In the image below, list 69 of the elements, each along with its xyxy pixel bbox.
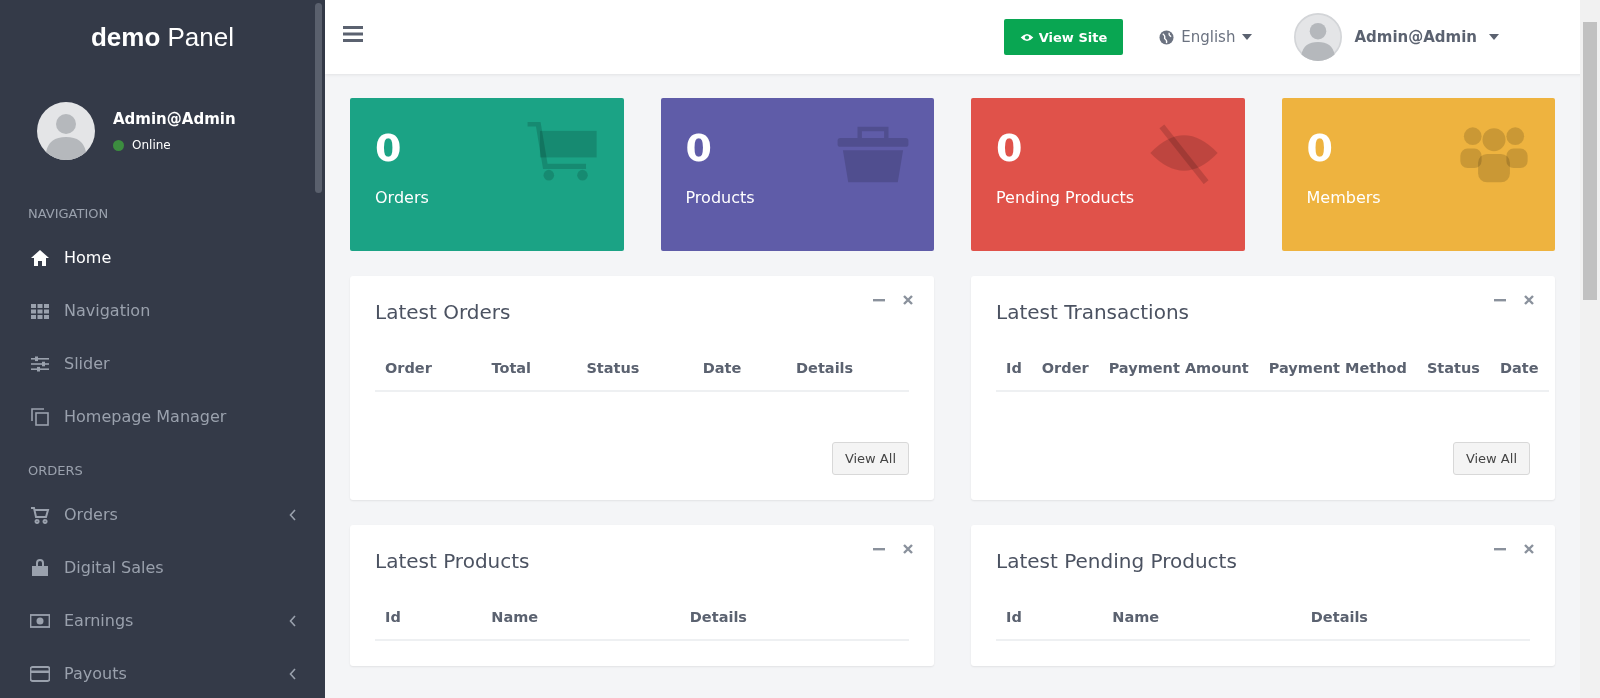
view-site-button[interactable]: View Site (1003, 19, 1124, 55)
globe-icon (1159, 29, 1175, 45)
column-header: Payment Method (1258, 360, 1417, 391)
column-header: Order (375, 360, 482, 391)
close-icon[interactable] (1523, 294, 1535, 306)
close-icon[interactable] (902, 543, 914, 555)
language-dropdown[interactable]: English (1153, 27, 1259, 47)
user-menu[interactable]: Admin@Admin (1288, 12, 1505, 62)
column-header: Payment Amount (1098, 360, 1259, 391)
column-header: Total (481, 360, 577, 391)
stat-value: 0 (375, 126, 403, 170)
panel-title: Latest Orders (375, 300, 512, 324)
column-header: Status (1416, 360, 1490, 391)
scrollbar-thumb[interactable] (315, 3, 322, 193)
sidebar-item[interactable]: Earnings (0, 594, 325, 647)
brand-logo[interactable]: demo Panel (0, 0, 325, 72)
panel-title: Latest Pending Products (996, 549, 1238, 573)
column-header: Id (996, 609, 1103, 640)
view-all-button[interactable]: View All (831, 442, 909, 475)
chevron-left-icon (289, 508, 297, 521)
chevron-left-icon (289, 667, 297, 680)
column-header: Id (375, 609, 482, 640)
sidebar-item[interactable]: Payouts (0, 647, 325, 698)
column-header: Date (1489, 360, 1549, 391)
panel-title: Latest Products (375, 549, 531, 573)
column-header: Name (1102, 609, 1301, 640)
stat-label: Products (685, 188, 755, 207)
sidebar-item[interactable]: Slider (0, 337, 325, 390)
sidebar-item[interactable]: Digital Sales (0, 541, 325, 594)
panel-title: Latest Transactions (996, 300, 1190, 324)
stat-value: 0 (1306, 126, 1334, 170)
eye-icon (1019, 32, 1034, 42)
column-header: Status (576, 360, 693, 391)
chevron-left-icon (289, 614, 297, 627)
caret-icon (1242, 34, 1253, 40)
status-dot (113, 139, 124, 151)
column-header: Details (679, 609, 909, 640)
avatar-icon (37, 102, 95, 160)
column-header: Id (996, 360, 1032, 391)
avatar-icon (1294, 13, 1343, 61)
sidebar-item[interactable]: Home (0, 231, 325, 284)
stat-label: Orders (375, 188, 429, 207)
bag-icon (30, 557, 50, 578)
stat-label: Members (1306, 188, 1381, 207)
section-heading: ORDERS (27, 462, 84, 480)
column-header: Date (692, 360, 787, 391)
close-icon[interactable] (1523, 543, 1535, 555)
sidebar-item[interactable]: Homepage Manager (0, 390, 325, 443)
section-heading: NAVIGATION (27, 205, 110, 223)
stat-label: Pending Products (996, 188, 1135, 207)
user-status: Online (132, 138, 171, 152)
stat-value: 0 (996, 126, 1024, 170)
column-header: Name (481, 609, 680, 640)
cart-icon (30, 504, 50, 525)
menu-icon[interactable] (343, 26, 363, 42)
sidebar-item[interactable]: Navigation (0, 284, 325, 337)
copy-icon (30, 406, 50, 427)
home-icon (30, 247, 50, 268)
view-all-button[interactable]: View All (1452, 442, 1530, 475)
caret-icon (1489, 34, 1499, 40)
card-icon (30, 663, 50, 684)
scrollbar-thumb[interactable] (1583, 22, 1597, 300)
sidebar-item[interactable]: Orders (0, 488, 325, 541)
column-header: Order (1031, 360, 1099, 391)
user-name: Admin@Admin (113, 110, 236, 128)
close-icon[interactable] (902, 294, 914, 306)
stat-value: 0 (685, 126, 713, 170)
column-header: Details (786, 360, 909, 391)
column-header: Details (1300, 609, 1530, 640)
